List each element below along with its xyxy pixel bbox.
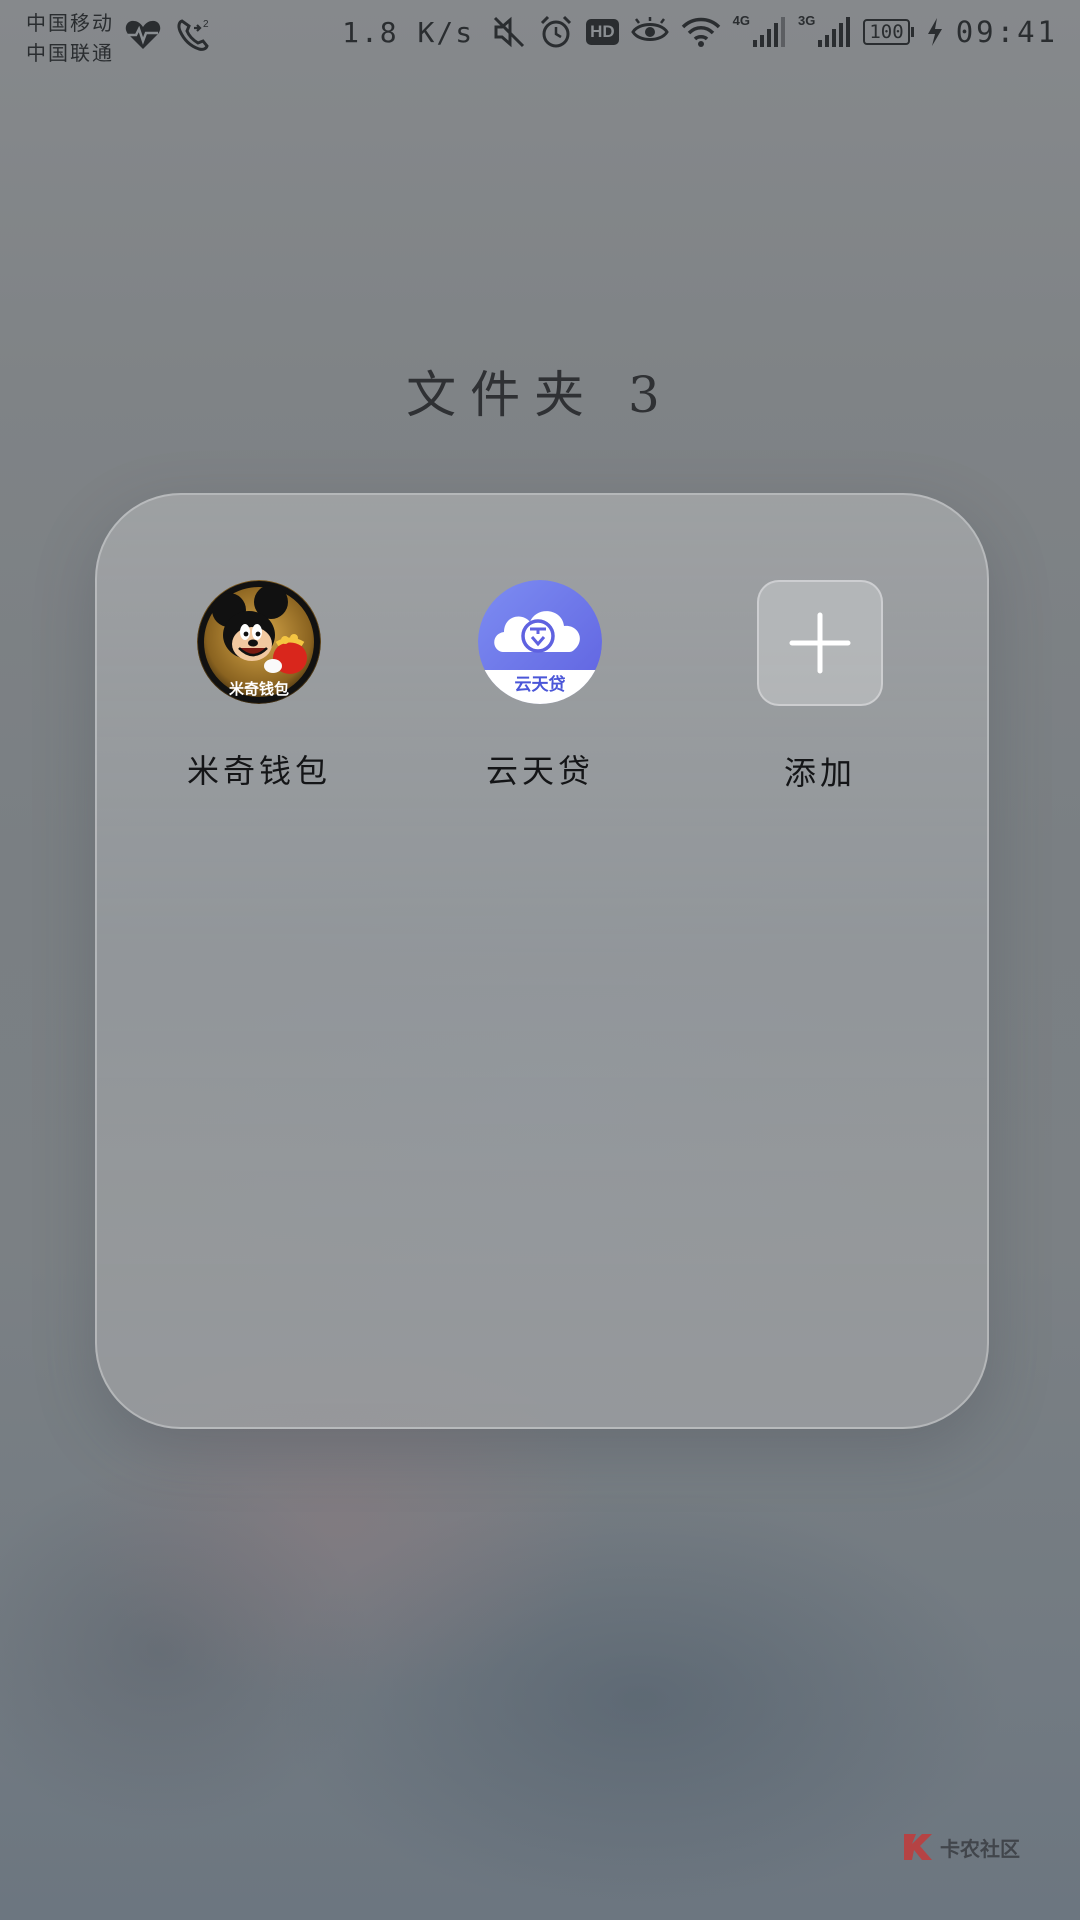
hd-icon: HD: [586, 19, 619, 45]
status-left-icons: 2: [124, 18, 212, 52]
signal-1-label: 4G: [732, 12, 751, 28]
app-label-mickey-wallet: 米奇钱包: [186, 752, 331, 790]
call-icon: 2: [176, 18, 212, 52]
net-speed: 1.8 K/s: [342, 15, 475, 49]
charging-icon: [926, 17, 944, 47]
status-bar: 中国移动 中国联通 2 1.8 K/s HD 4G 3G 100 09:41: [0, 0, 1080, 76]
eye-comfort-icon: [630, 17, 669, 47]
svg-text:2: 2: [203, 19, 209, 30]
kanong-logo-icon: [904, 1834, 932, 1860]
clock: 09:41: [955, 15, 1058, 49]
plus-icon: [789, 612, 851, 674]
app-label-yuntiandai: 云天贷: [485, 752, 594, 790]
signal-2-label: 3G: [798, 12, 816, 28]
watermark: 卡农社区: [900, 1830, 1020, 1864]
app-mickey-wallet[interactable]: 米奇钱包 米奇钱包: [139, 580, 379, 792]
yuntiandai-icon-text: 云天贷: [515, 674, 566, 695]
yuntiandai-icon[interactable]: 云天贷: [478, 580, 602, 704]
battery-icon: 100: [863, 19, 914, 45]
battery-level: 100: [863, 19, 910, 45]
carrier-1: 中国移动: [26, 11, 114, 35]
signal-icon: [817, 16, 851, 48]
add-button[interactable]: [757, 580, 883, 706]
mickey-wallet-icon[interactable]: 米奇钱包: [197, 580, 321, 704]
mute-icon: [492, 15, 526, 49]
app-yuntiandai[interactable]: 云天贷 云天贷: [420, 580, 660, 792]
mickey-wallet-icon-text: 米奇钱包: [229, 680, 289, 698]
app-label-add: 添加: [783, 754, 856, 792]
carrier-2: 中国联通: [26, 41, 114, 65]
status-right: 1.8 K/s HD 4G 3G 100 09:41: [342, 12, 1058, 50]
folder-title[interactable]: 文件夹 3: [0, 355, 1080, 427]
signal-icon: [752, 16, 786, 48]
wifi-icon: [681, 16, 721, 48]
watermark-text: 卡农社区: [940, 1836, 1020, 1861]
folder-panel: 米奇钱包 米奇钱包 云天贷 云天贷 添加: [95, 493, 989, 1429]
carrier-info: 中国移动 中国联通: [26, 8, 114, 68]
heart-pulse-icon: [124, 19, 162, 51]
add-app[interactable]: 添加: [700, 580, 940, 794]
alarm-icon: [538, 14, 574, 50]
